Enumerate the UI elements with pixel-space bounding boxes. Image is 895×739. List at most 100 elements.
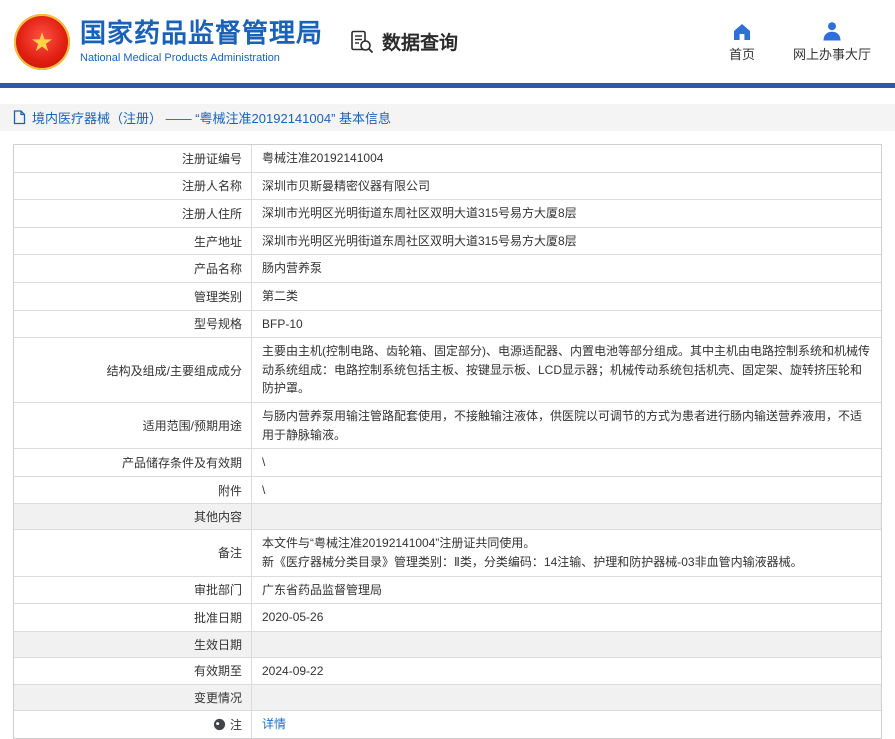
table-row: 生产地址深圳市光明区光明街道东周社区双明大道315号易方大厦8层 [14,227,881,255]
row-label: 注册人名称 [14,173,252,200]
row-label-text: 产品储存条件及有效期 [122,454,242,471]
table-row: 生效日期 [14,631,881,657]
row-label-text: 注册人名称 [182,177,242,194]
row-value [252,504,881,529]
row-label: 注册人住所 [14,200,252,227]
table-row: 其他内容 [14,503,881,529]
page: ★ 国家药品监督管理局 National Medical Products Ad… [0,0,895,739]
row-value: 2024-09-22 [252,658,881,685]
section-title: 数据查询 [382,28,458,55]
detail-link[interactable]: 详情 [262,715,286,734]
row-value: 深圳市贝斯曼精密仪器有限公司 [252,173,881,200]
row-value: 深圳市光明区光明街道东周社区双明大道315号易方大厦8层 [252,200,881,227]
row-label-text: 结构及组成/主要组成成分 [107,362,242,379]
row-label-text: 附件 [218,482,242,499]
row-label: 其他内容 [14,504,252,529]
table-row: 附件 \ [14,476,881,504]
row-value: 肠内营养泵 [252,255,881,282]
header-divider-bar [0,83,895,88]
row-value [252,685,881,710]
row-label: 管理类别 [14,283,252,310]
row-label: 生效日期 [14,632,252,657]
breadcrumb: 境内医疗器械（注册） —— “粤械注准20192141004” 基本信息 [0,104,895,131]
row-label-text: 注册证编号 [182,150,242,167]
row-label: 注 [14,711,252,738]
row-label-text: 变更情况 [194,689,242,706]
row-label-text: 备注 [218,544,242,561]
row-value: BFP-10 [252,311,881,338]
row-label: 型号规格 [14,311,252,338]
comment-icon [213,718,226,731]
row-label: 批准日期 [14,604,252,631]
row-label: 有效期至 [14,658,252,685]
data-query-section: 数据查询 [349,28,458,55]
site-title: 国家药品监督管理局 [80,19,323,49]
table-row: 有效期至 2024-09-22 [14,657,881,685]
row-label-text: 生产地址 [194,233,242,250]
row-value: 深圳市光明区光明街道东周社区双明大道315号易方大厦8层 [252,228,881,255]
row-value: 本文件与“粤械注准20192141004”注册证共同使用。 新《医疗器械分类目录… [252,530,881,575]
row-label-text: 注 [230,716,242,733]
table-row: 管理类别第二类 [14,282,881,310]
breadcrumb-text: 境内医疗器械（注册） —— “粤械注准20192141004” 基本信息 [32,108,391,127]
nav-home-label: 首页 [729,44,755,63]
row-value: 粤械注准20192141004 [252,145,881,172]
table-row: 注册证编号粤械注准20192141004 [14,145,881,172]
table-row: 注册人名称深圳市贝斯曼精密仪器有限公司 [14,172,881,200]
row-label: 备注 [14,530,252,575]
nav-home[interactable]: 首页 [729,21,755,63]
brand[interactable]: ★ 国家药品监督管理局 National Medical Products Ad… [14,14,323,70]
row-label: 注册证编号 [14,145,252,172]
row-label-text: 注册人住所 [182,205,242,222]
table-row: 注册人住所深圳市光明区光明街道东周社区双明大道315号易方大厦8层 [14,199,881,227]
table-row: 型号规格 BFP-10 [14,310,881,338]
row-label: 产品名称 [14,255,252,282]
table-row: 变更情况 [14,684,881,710]
row-label-text: 适用范围/预期用途 [143,417,242,434]
row-label: 附件 [14,477,252,504]
row-label: 产品储存条件及有效期 [14,449,252,476]
row-label-text: 产品名称 [194,260,242,277]
row-label: 审批部门 [14,577,252,604]
row-value: 主要由主机(控制电路、齿轮箱、固定部分)、电源适配器、内置电池等部分组成。其中主… [252,338,881,402]
row-label: 变更情况 [14,685,252,710]
document-icon [13,110,26,125]
brand-text: 国家药品监督管理局 National Medical Products Admi… [80,19,323,64]
row-value: 详情 [252,711,881,738]
row-label: 适用范围/预期用途 [14,403,252,448]
table-row: 注 详情 [14,710,881,738]
row-value [252,632,881,657]
table-row: 产品名称肠内营养泵 [14,254,881,282]
national-emblem-icon: ★ [14,14,70,70]
user-icon [821,21,843,41]
site-subtitle: National Medical Products Administration [80,52,323,64]
row-label-text: 管理类别 [194,288,242,305]
registration-info-table: 注册证编号粤械注准20192141004注册人名称深圳市贝斯曼精密仪器有限公司注… [13,144,882,739]
emblem-star: ★ [30,29,53,55]
row-label: 生产地址 [14,228,252,255]
row-label: 结构及组成/主要组成成分 [14,338,252,402]
nav-service-hall[interactable]: 网上办事大厅 [793,21,871,63]
table-row: 适用范围/预期用途与肠内营养泵用输注管路配套使用，不接触输注液体，供医院以可调节… [14,402,881,448]
table-row: 批准日期 2020-05-26 [14,603,881,631]
row-label-text: 其他内容 [194,508,242,525]
row-label-text: 有效期至 [194,662,242,679]
nav-service-hall-label: 网上办事大厅 [793,44,871,63]
top-nav: 首页 网上办事大厅 [729,21,871,63]
row-label-text: 型号规格 [194,315,242,332]
data-query-icon [349,29,375,55]
table-row: 备注本文件与“粤械注准20192141004”注册证共同使用。 新《医疗器械分类… [14,529,881,575]
row-value: 第二类 [252,283,881,310]
row-value: \ [252,477,881,504]
row-value: 2020-05-26 [252,604,881,631]
site-header: ★ 国家药品监督管理局 National Medical Products Ad… [0,0,895,83]
row-label-text: 批准日期 [194,609,242,626]
home-icon [731,21,753,41]
row-label-text: 生效日期 [194,636,242,653]
table-row: 产品储存条件及有效期\ [14,448,881,476]
table-row: 结构及组成/主要组成成分主要由主机(控制电路、齿轮箱、固定部分)、电源适配器、内… [14,337,881,402]
row-value: 与肠内营养泵用输注管路配套使用，不接触输注液体，供医院以可调节的方式为患者进行肠… [252,403,881,448]
table-row: 审批部门广东省药品监督管理局 [14,576,881,604]
row-value: 广东省药品监督管理局 [252,577,881,604]
row-label-text: 审批部门 [194,581,242,598]
